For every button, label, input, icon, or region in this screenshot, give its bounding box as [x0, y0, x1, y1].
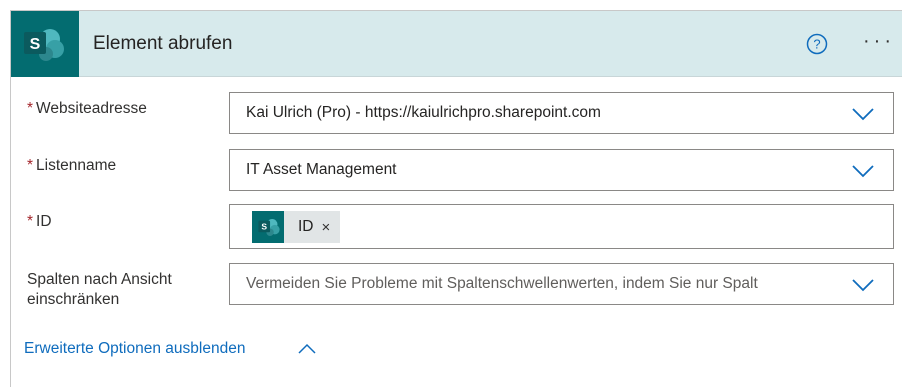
website-dropdown[interactable]: Kai Ulrich (Pro) - https://kaiulrichpro.… [229, 92, 894, 134]
token-label: ID [298, 218, 314, 235]
sharepoint-icon: S [24, 29, 64, 61]
chevron-up-icon[interactable] [297, 343, 317, 355]
token-icon-box: S [252, 211, 284, 243]
id-input[interactable]: S ID × [229, 204, 894, 249]
svg-text:?: ? [813, 37, 820, 52]
action-header[interactable]: S Element abrufen ? ··· [11, 11, 902, 77]
action-title: Element abrufen [93, 33, 233, 54]
list-label: * Listenname [27, 157, 117, 174]
view-dropdown[interactable]: Vermeiden Sie Probleme mit Spaltenschwel… [229, 263, 894, 305]
action-card: S Element abrufen ? ··· * Websiteadresse … [10, 10, 902, 387]
sharepoint-icon: S [258, 219, 280, 236]
required-marker: * [27, 100, 34, 117]
chevron-down-icon[interactable] [851, 278, 875, 292]
view-placeholder: Vermeiden Sie Probleme mit Spaltenschwel… [246, 275, 758, 292]
required-marker: * [27, 213, 34, 230]
svg-text:S: S [30, 36, 41, 53]
dynamic-content-token[interactable]: S ID × [252, 211, 341, 243]
more-options-icon[interactable]: ··· [863, 31, 899, 51]
chevron-down-icon[interactable] [851, 164, 875, 178]
svg-text:S: S [261, 222, 267, 232]
chevron-down-icon[interactable] [851, 107, 875, 121]
list-value: IT Asset Management [246, 161, 397, 178]
header-logo: S [11, 11, 79, 77]
required-marker: * [27, 157, 34, 174]
help-icon[interactable]: ? [806, 33, 828, 55]
list-dropdown[interactable]: IT Asset Management [229, 149, 894, 191]
token-close-icon[interactable]: × [322, 219, 331, 236]
id-label: * ID [27, 213, 52, 230]
website-value: Kai Ulrich (Pro) - https://kaiulrichpro.… [246, 104, 601, 121]
website-label: * Websiteadresse [27, 100, 147, 117]
view-label: Spalten nach Ansicht einschränken [27, 271, 172, 308]
hide-advanced-options-link[interactable]: Erweiterte Optionen ausblenden [24, 340, 245, 358]
